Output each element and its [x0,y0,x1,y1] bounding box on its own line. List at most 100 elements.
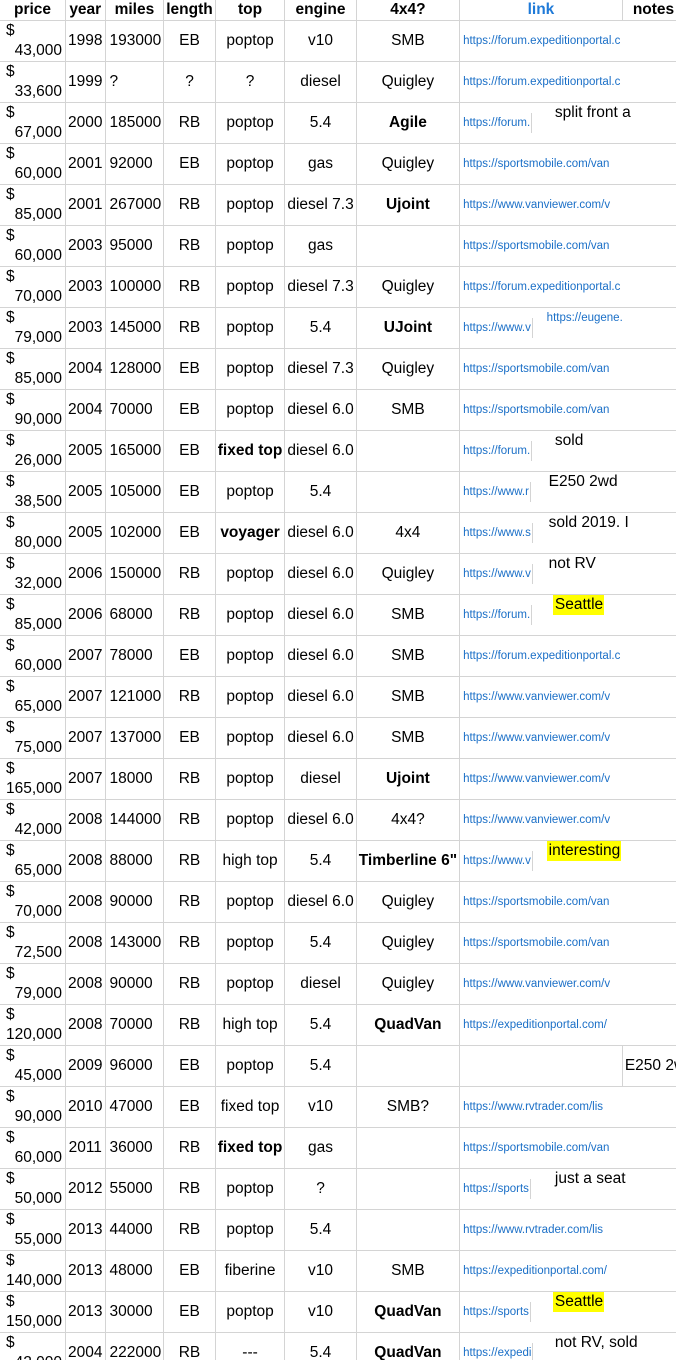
cell-link[interactable] [460,1046,623,1087]
cell-top[interactable]: poptop [215,390,285,431]
link-text[interactable]: https://www.v [463,564,533,584]
cell-engine[interactable]: diesel [285,759,356,800]
header-link[interactable]: link [460,0,623,21]
cell-notes[interactable] [622,841,676,882]
cell-link[interactable]: https://www.vanviewer.com/v [460,718,623,759]
cell-link[interactable]: https://www.vnot RV [460,554,623,595]
cell-year[interactable]: 2007 [66,636,105,677]
cell-miles[interactable]: 137000 [105,718,164,759]
cell-top[interactable]: ? [215,62,285,103]
cell-length[interactable]: EB [164,390,216,431]
cell-link[interactable]: https://forum.expeditionportal.c [460,636,623,677]
header-notes[interactable]: notes [622,0,676,21]
cell-length[interactable]: EB [164,431,216,472]
cell-year[interactable]: 2000 [66,103,105,144]
cell-miles[interactable]: 121000 [105,677,164,718]
cell-fourx4[interactable] [356,1210,459,1251]
cell-miles[interactable]: 90000 [105,882,164,923]
cell-length[interactable]: EB [164,472,216,513]
cell-link[interactable]: https://expeditionportal.com/ [460,1251,623,1292]
header-4x4[interactable]: 4x4? [356,0,459,21]
cell-fourx4[interactable] [356,1128,459,1169]
cell-fourx4[interactable]: SMB [356,390,459,431]
cell-notes[interactable] [622,144,676,185]
cell-engine[interactable]: gas [285,226,356,267]
cell-length[interactable]: RB [164,595,216,636]
cell-length[interactable]: RB [164,226,216,267]
cell-notes[interactable]: E250 2wd [622,1046,676,1087]
cell-length[interactable]: RB [164,1005,216,1046]
cell-length[interactable]: RB [164,185,216,226]
cell-price[interactable]: $70,000 [0,882,66,923]
cell-top[interactable]: poptop [215,595,285,636]
cell-link[interactable]: https://sportsmobile.com/van [460,144,623,185]
cell-top[interactable]: poptop [215,185,285,226]
cell-engine[interactable]: diesel 6.0 [285,554,356,595]
cell-notes[interactable] [622,759,676,800]
cell-length[interactable]: RB [164,1169,216,1210]
cell-engine[interactable]: diesel 6.0 [285,800,356,841]
cell-top[interactable]: poptop [215,636,285,677]
cell-engine[interactable]: 5.4 [285,1046,356,1087]
cell-year[interactable]: 2004 [66,349,105,390]
cell-length[interactable]: EB [164,349,216,390]
cell-engine[interactable]: v10 [285,21,356,62]
cell-fourx4[interactable]: SMB [356,1251,459,1292]
cell-price[interactable]: $45,000 [0,1046,66,1087]
cell-fourx4[interactable]: Quigley [356,882,459,923]
cell-miles[interactable]: 47000 [105,1087,164,1128]
cell-engine[interactable]: 5.4 [285,1333,356,1360]
cell-engine[interactable]: 5.4 [285,472,356,513]
cell-engine[interactable]: gas [285,1128,356,1169]
cell-engine[interactable]: v10 [285,1251,356,1292]
cell-price[interactable]: $60,000 [0,226,66,267]
cell-link[interactable]: https://www.rvtrader.com/lis [460,1210,623,1251]
cell-top[interactable]: poptop [215,882,285,923]
cell-link[interactable]: https://forum.expeditionportal.c [460,62,623,103]
cell-length[interactable]: RB [164,923,216,964]
cell-year[interactable]: 2008 [66,1005,105,1046]
cell-fourx4[interactable]: Quigley [356,62,459,103]
cell-link[interactable]: https://www.vanviewer.com/v [460,800,623,841]
cell-link[interactable]: https://www.rE250 2wd [460,472,623,513]
cell-length[interactable]: RB [164,1333,216,1360]
cell-fourx4[interactable]: SMB [356,677,459,718]
cell-top[interactable]: poptop [215,226,285,267]
cell-engine[interactable]: diesel 7.3 [285,267,356,308]
cell-top[interactable]: poptop [215,103,285,144]
cell-year[interactable]: 2004 [66,1333,105,1360]
cell-engine[interactable]: v10 [285,1292,356,1333]
cell-engine[interactable]: 5.4 [285,308,356,349]
link-text[interactable]: https://sports [463,1302,531,1322]
cell-link[interactable]: https://www.vhttps://eugene. [460,308,623,349]
cell-top[interactable]: poptop [215,964,285,1005]
cell-fourx4[interactable]: Quigley [356,267,459,308]
cell-length[interactable]: RB [164,1128,216,1169]
cell-price[interactable]: $67,000 [0,103,66,144]
cell-year[interactable]: 2005 [66,513,105,554]
cell-fourx4[interactable]: SMB [356,595,459,636]
cell-engine[interactable]: diesel 7.3 [285,185,356,226]
link-text[interactable]: https://sports [463,1179,531,1199]
cell-length[interactable]: RB [164,267,216,308]
cell-price[interactable]: $33,600 [0,62,66,103]
cell-price[interactable]: $60,000 [0,1128,66,1169]
cell-link[interactable]: https://sportsmobile.com/van [460,226,623,267]
cell-fourx4[interactable] [356,431,459,472]
cell-top[interactable]: poptop [215,308,285,349]
cell-engine[interactable]: diesel 6.0 [285,718,356,759]
cell-fourx4[interactable]: QuadVan [356,1333,459,1360]
cell-link[interactable]: https://expeditionportal.com/ [460,1005,623,1046]
cell-length[interactable]: EB [164,513,216,554]
cell-price[interactable]: $38,500 [0,472,66,513]
cell-link[interactable]: https://sportsSeattle [460,1292,623,1333]
cell-year[interactable]: 2006 [66,595,105,636]
cell-price[interactable]: $79,000 [0,308,66,349]
cell-notes[interactable] [622,349,676,390]
cell-year[interactable]: 2001 [66,185,105,226]
cell-notes[interactable] [622,1087,676,1128]
cell-link[interactable]: https://www.rvtrader.com/lis [460,1087,623,1128]
cell-engine[interactable]: diesel 6.0 [285,636,356,677]
cell-length[interactable]: RB [164,800,216,841]
cell-miles[interactable]: 48000 [105,1251,164,1292]
